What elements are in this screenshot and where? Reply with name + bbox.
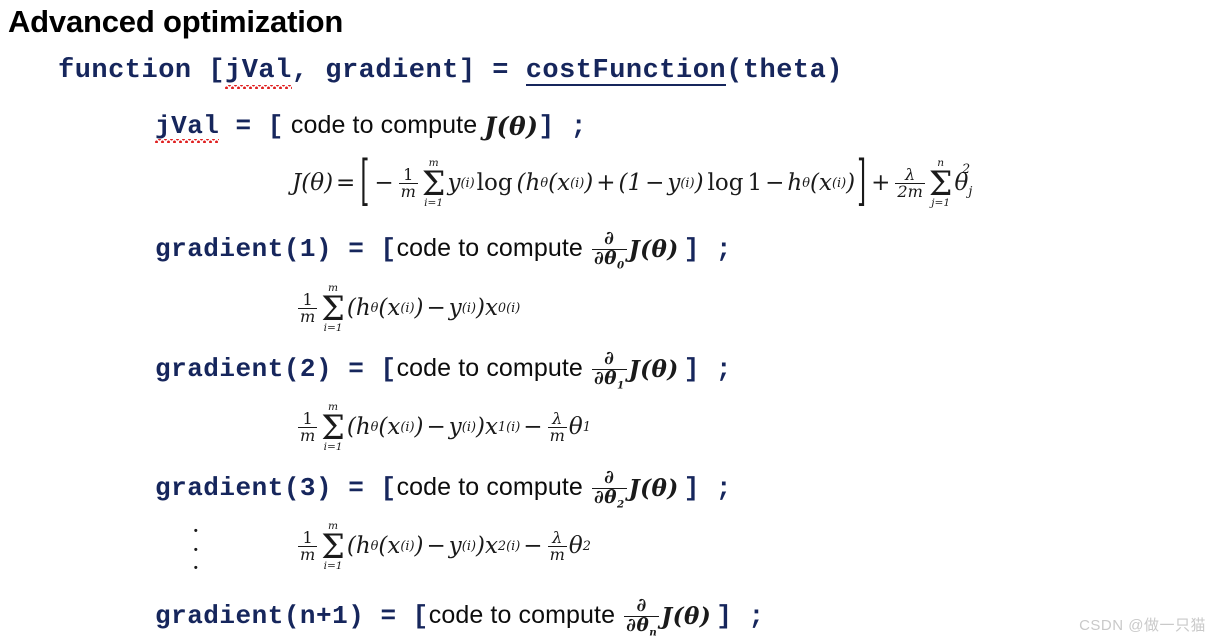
gradient-1-name: gradient(1) bbox=[155, 234, 333, 265]
frac-lambda-over-2m: λ 2m bbox=[895, 164, 925, 202]
jval-open-bracket: [ bbox=[267, 111, 284, 141]
tall-right-bracket: ] bbox=[857, 152, 867, 214]
gradient-n-plus-1-prose: code to compute bbox=[428, 601, 623, 630]
gradient-3-equals: = bbox=[332, 473, 381, 504]
gradient-2-close-bracket: ] ; bbox=[683, 354, 733, 385]
gradient-3-open-bracket: [ bbox=[380, 473, 397, 504]
gradient-2-name: gradient(2) bbox=[155, 354, 333, 385]
gradient-3-name: gradient(3) bbox=[155, 473, 333, 504]
jval-close-bracket: ] ; bbox=[538, 111, 587, 141]
gradient-1-equals: = bbox=[332, 234, 381, 265]
gradient-2-line: gradient(2) = [code to compute ∂ ∂θ1 J(θ) … bbox=[155, 348, 733, 392]
frac-one-over-m: 1m bbox=[398, 164, 418, 202]
gradient-2-open-bracket: [ bbox=[380, 354, 397, 385]
frac-lambda-over-m: λm bbox=[547, 408, 567, 446]
keyword-function: function bbox=[58, 56, 192, 86]
gradient-1-prose: code to compute bbox=[396, 234, 590, 263]
signature-equals: = bbox=[492, 56, 526, 86]
jval-variable: jVal bbox=[155, 111, 220, 143]
frac-one-over-m: 1m bbox=[298, 408, 318, 446]
gradient-3-derivative: ∂ ∂θ2 J(θ) bbox=[591, 467, 679, 511]
gradient-n-plus-1-name: gradient(n+1) bbox=[155, 601, 365, 632]
output-var-jval: jVal bbox=[225, 56, 292, 89]
jval-prose: code to compute bbox=[283, 111, 485, 139]
gradient-3-prose: code to compute bbox=[396, 473, 590, 502]
gradient-n-plus-1-equals: = bbox=[364, 601, 413, 632]
summation-i-1-to-m: m Σi=1 bbox=[321, 282, 345, 335]
csdn-watermark: CSDN @做一只猫 bbox=[1079, 617, 1206, 634]
gradient-1-formula: 1m m Σi=1 (h θ (x (i)) − y (i))x 0 (i) bbox=[298, 282, 521, 335]
summation-i-1-to-m: m Σi=1 bbox=[421, 157, 446, 210]
output-var-gradient: gradient bbox=[325, 56, 459, 86]
gradient-n-plus-1-derivative: ∂ ∂θn J(θ) bbox=[624, 595, 712, 639]
signature-close-bracket: ] bbox=[458, 56, 493, 86]
summation-j-1-to-n: n Σj=1 bbox=[928, 157, 953, 210]
signature-open-bracket: [ bbox=[191, 56, 226, 86]
frac-one-over-m: 1m bbox=[298, 289, 318, 327]
vertical-ellipsis: · · · bbox=[192, 519, 200, 583]
summation-i-1-to-m: m Σi=1 bbox=[321, 520, 345, 573]
gradient-3-formula: 1m m Σi=1 (h θ (x (i)) − y (i))x 2 (i) − λm θ2 bbox=[298, 520, 591, 573]
gradient-3-close-bracket: ] ; bbox=[683, 473, 733, 504]
jval-equals: = bbox=[219, 111, 268, 141]
gradient-2-equals: = bbox=[332, 354, 381, 385]
gradient-1-line: gradient(1) = [code to compute ∂ ∂θ0 J(θ) … bbox=[155, 228, 733, 272]
vdots-dot-3: · bbox=[192, 554, 200, 583]
signature-comma: , bbox=[291, 56, 326, 86]
function-signature-line: function [jVal, gradient] = costFunction… bbox=[58, 56, 844, 89]
gradient-2-formula: 1m m Σi=1 (h θ (x (i)) − y (i))x 1 (i) − λm θ1 bbox=[298, 401, 591, 454]
gradient-1-derivative: ∂ ∂θ0 J(θ) bbox=[591, 228, 679, 272]
gradient-3-line: gradient(3) = [code to compute ∂ ∂θ2 J(θ) … bbox=[155, 467, 733, 511]
page-title: Advanced optimization bbox=[8, 4, 344, 39]
tall-left-bracket: [ bbox=[360, 152, 370, 214]
gradient-2-prose: code to compute bbox=[396, 354, 590, 383]
gradient-2-derivative: ∂ ∂θ1 J(θ) bbox=[591, 348, 679, 392]
gradient-n-plus-1-close-bracket: ] ; bbox=[716, 601, 765, 632]
jval-math-jtheta: J(θ) bbox=[484, 111, 539, 141]
gradient-n-plus-1-open-bracket: [ bbox=[412, 601, 429, 632]
function-args: (theta) bbox=[726, 56, 844, 86]
gradient-1-close-bracket: ] ; bbox=[683, 234, 733, 265]
slide-canvas: { "slide": { "title": "Advanced optimiza… bbox=[0, 0, 1218, 643]
frac-lambda-over-m: λm bbox=[547, 527, 567, 565]
function-name-costfunction: costFunction bbox=[525, 56, 727, 86]
summation-i-1-to-m: m Σi=1 bbox=[321, 401, 345, 454]
cost-function-formula: J(θ) = [ − 1m m Σi=1 y (i) log (h θ (x (i)) + (1−… bbox=[292, 152, 973, 214]
frac-one-over-m: 1m bbox=[298, 527, 318, 565]
gradient-n-plus-1-line: gradient(n+1) = [code to compute ∂ ∂θn J(θ… bbox=[155, 595, 765, 639]
gradient-1-open-bracket: [ bbox=[380, 234, 397, 265]
jval-assignment-line: jVal = [ code to compute J(θ)] ; bbox=[155, 111, 587, 143]
